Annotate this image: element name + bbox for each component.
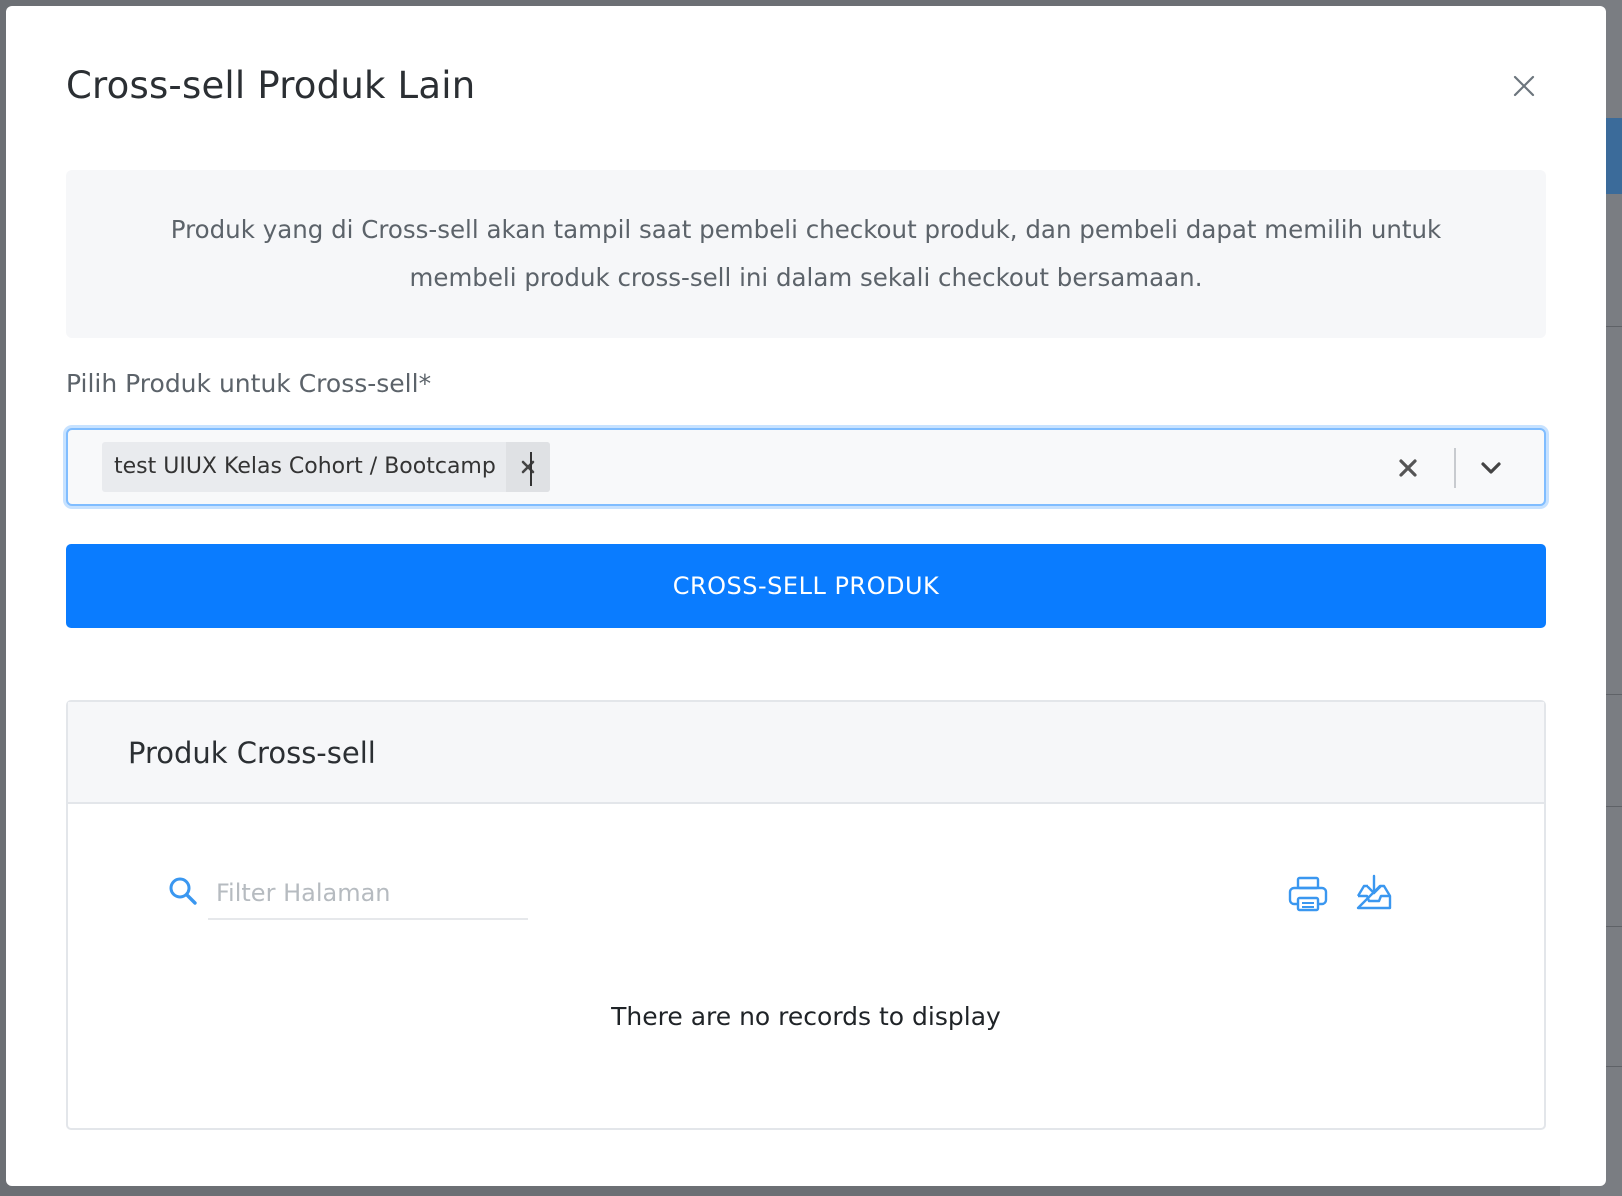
cross-sell-products-card: Produk Cross-sell Filter Halaman There a… [66,700,1546,1130]
clear-x-icon [1399,459,1417,477]
modal-title: Cross-sell Produk Lain [66,64,476,107]
product-multi-select[interactable]: test UIUX Kelas Cohort / Bootcamp [66,428,1546,506]
dropdown-toggle[interactable] [1466,448,1516,488]
card-header: Produk Cross-sell [68,702,1544,804]
download-tray-icon [1356,874,1392,910]
indicator-separator [1454,448,1456,488]
chip-label: test UIUX Kelas Cohort / Bootcamp [114,454,496,479]
close-icon [521,460,535,474]
chevron-down-icon [1481,462,1501,474]
print-button[interactable] [1286,872,1330,916]
cross-sell-modal: Cross-sell Produk Lain Produk yang di Cr… [6,6,1606,1186]
card-title: Produk Cross-sell [128,736,376,770]
text-cursor [530,452,532,486]
close-icon [1513,75,1535,97]
search-icon [166,874,200,908]
clear-selection-button[interactable] [1388,448,1428,488]
product-select-label: Pilih Produk untuk Cross-sell* [66,369,432,398]
filter-input[interactable] [208,868,528,920]
cross-sell-button[interactable]: CROSS-SELL PRODUK [66,544,1546,628]
export-button[interactable] [1352,872,1396,916]
printer-icon [1288,876,1328,912]
background-accent-strip [1604,118,1622,194]
empty-state-message: There are no records to display [611,1002,1001,1031]
selected-product-chip: test UIUX Kelas Cohort / Bootcamp [102,442,550,492]
info-text: Produk yang di Cross-sell akan tampil sa… [170,215,1442,292]
close-button[interactable] [1506,68,1542,104]
info-alert: Produk yang di Cross-sell akan tampil sa… [66,170,1546,338]
chip-remove-button[interactable] [505,442,550,492]
